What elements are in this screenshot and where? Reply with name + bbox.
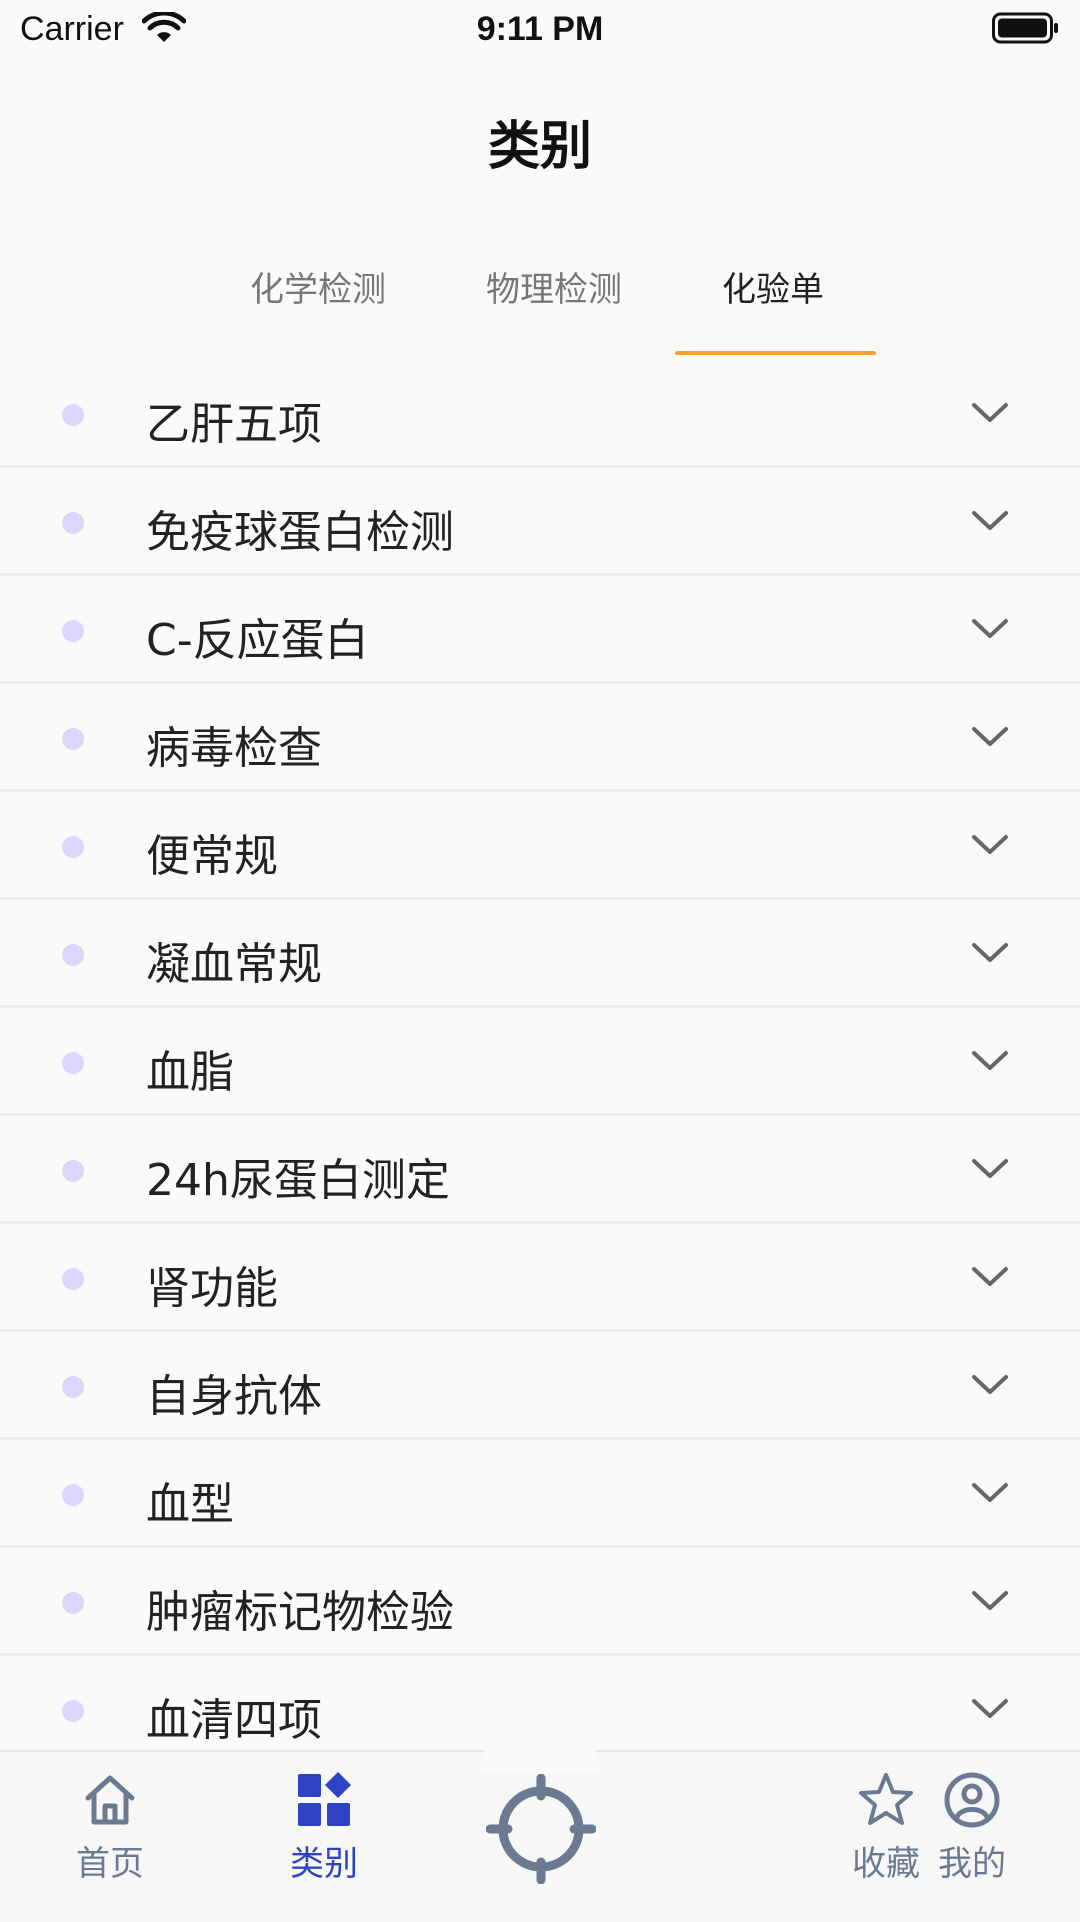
chevron-down-icon bbox=[972, 727, 1008, 746]
tab-bar: 化学检测 物理检测 化验单 bbox=[0, 250, 1080, 360]
list-item[interactable]: 凝血常规 bbox=[0, 900, 1080, 1008]
bullet-dot bbox=[62, 1700, 84, 1722]
list-item[interactable]: 免疫球蛋白检测 bbox=[0, 468, 1080, 576]
list-item-label: 自身抗体 bbox=[146, 1371, 322, 1422]
nav-home[interactable]: 首页 bbox=[40, 1770, 180, 1885]
bullet-dot bbox=[62, 404, 84, 426]
list-item[interactable]: 24h尿蛋白测定 bbox=[0, 1116, 1080, 1224]
list-item-label: 凝血常规 bbox=[146, 939, 322, 990]
clock: 9:11 PM bbox=[476, 10, 604, 48]
list-item-label: 血脂 bbox=[146, 1047, 234, 1098]
list-item[interactable]: 自身抗体 bbox=[0, 1332, 1080, 1440]
bullet-dot bbox=[62, 1268, 84, 1290]
list-item[interactable]: 便常规 bbox=[0, 792, 1080, 900]
bullet-dot bbox=[62, 944, 84, 966]
tab-chemical-test[interactable]: 化学检测 bbox=[250, 262, 386, 311]
list-item-label: 肾功能 bbox=[146, 1263, 278, 1314]
list-item[interactable]: C-反应蛋白 bbox=[0, 576, 1080, 684]
nav-category[interactable]: 类别 bbox=[254, 1770, 394, 1885]
chevron-down-icon bbox=[972, 403, 1008, 422]
status-bar: Carrier 9:11 PM bbox=[0, 0, 1080, 60]
list-item[interactable]: 肾功能 bbox=[0, 1224, 1080, 1332]
bullet-dot bbox=[62, 1052, 84, 1074]
home-icon bbox=[85, 1775, 135, 1825]
list-item[interactable]: 乙肝五项 bbox=[0, 360, 1080, 468]
tab-lab-report[interactable]: 化验单 bbox=[722, 262, 824, 311]
nav-category-label: 类别 bbox=[290, 1844, 358, 1884]
chevron-down-icon bbox=[972, 1483, 1008, 1502]
chevron-down-icon bbox=[972, 1159, 1008, 1178]
list-item-label: 24h尿蛋白测定 bbox=[146, 1155, 450, 1206]
list-item[interactable]: 血脂 bbox=[0, 1008, 1080, 1116]
chevron-down-icon bbox=[972, 943, 1008, 962]
nav-home-label: 首页 bbox=[76, 1844, 144, 1884]
active-tab-indicator bbox=[675, 351, 876, 355]
bullet-dot bbox=[62, 620, 84, 642]
nav-profile[interactable]: 我的 bbox=[902, 1770, 1042, 1885]
bullet-dot bbox=[62, 1376, 84, 1398]
category-icon bbox=[298, 1772, 351, 1826]
list-item-label: 血清四项 bbox=[146, 1695, 322, 1746]
list-item-label: 肿瘤标记物检验 bbox=[146, 1587, 454, 1638]
nav-profile-label: 我的 bbox=[938, 1844, 1006, 1884]
chevron-down-icon bbox=[972, 1699, 1008, 1718]
bullet-dot bbox=[62, 1484, 84, 1506]
chevron-down-icon bbox=[972, 1051, 1008, 1070]
list-item-label: C-反应蛋白 bbox=[146, 615, 369, 666]
crosshair-icon[interactable] bbox=[486, 1774, 596, 1884]
bullet-dot bbox=[62, 836, 84, 858]
list-item[interactable]: 血型 bbox=[0, 1440, 1080, 1548]
bullet-dot bbox=[62, 512, 84, 534]
chevron-down-icon bbox=[972, 1267, 1008, 1286]
page-title: 类别 bbox=[487, 117, 592, 177]
chevron-down-icon bbox=[972, 835, 1008, 854]
list-item-label: 病毒检查 bbox=[146, 723, 322, 774]
list-item-label: 免疫球蛋白检测 bbox=[146, 507, 454, 558]
bullet-dot bbox=[62, 1592, 84, 1614]
chevron-down-icon bbox=[972, 1591, 1008, 1610]
profile-icon bbox=[944, 1772, 1000, 1828]
chevron-down-icon bbox=[972, 511, 1008, 530]
bullet-dot bbox=[62, 728, 84, 750]
chevron-down-icon bbox=[972, 1375, 1008, 1394]
list-item-label: 便常规 bbox=[146, 831, 278, 882]
battery-icon bbox=[992, 12, 1058, 44]
list-item[interactable]: 肿瘤标记物检验 bbox=[0, 1548, 1080, 1656]
tab-physical-test[interactable]: 物理检测 bbox=[486, 262, 622, 311]
lab-report-list: 乙肝五项 免疫球蛋白检测 C-反应蛋白 病毒检查 便常规 凝血常规 血脂 24h… bbox=[0, 360, 1080, 1764]
center-button-bump bbox=[480, 1744, 600, 1774]
list-item-label: 血型 bbox=[146, 1479, 234, 1530]
bullet-dot bbox=[62, 1160, 84, 1182]
chevron-down-icon bbox=[972, 619, 1008, 638]
list-item-label: 乙肝五项 bbox=[146, 399, 322, 450]
list-item[interactable]: 病毒检查 bbox=[0, 684, 1080, 792]
